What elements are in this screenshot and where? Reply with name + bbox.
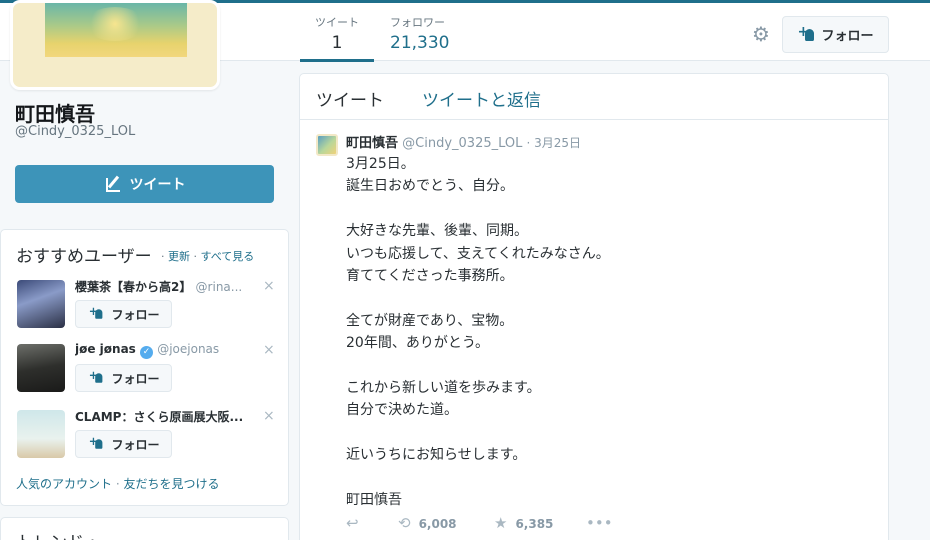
- more-dots-icon: •••: [586, 514, 613, 532]
- avatar[interactable]: [17, 344, 65, 392]
- tweet-line: [346, 198, 866, 220]
- suggested-user-display-name: 櫻葉茶【春から高2】: [75, 280, 192, 294]
- tweets-stat-label: ツイート: [315, 16, 359, 29]
- profile-handle[interactable]: @Cindy_0325_LOL: [15, 124, 135, 139]
- tweet-line: 自分で決めた道。: [346, 402, 458, 419]
- follow-user-button[interactable]: フォロー: [75, 300, 172, 328]
- tweet-line: [346, 355, 866, 377]
- suggested-user-handle: @joejonas: [157, 342, 220, 356]
- tweet-line: 町田慎吾: [346, 491, 402, 508]
- close-icon[interactable]: ×: [263, 408, 275, 424]
- follow-user-button[interactable]: フォロー: [75, 430, 172, 458]
- follow-person-icon: [89, 435, 103, 449]
- discovery-links: 人気のアカウント · 友だちを見つける: [16, 475, 220, 492]
- suggested-user-name[interactable]: 櫻葉茶【春から高2】 @rina...: [75, 278, 260, 295]
- view-all-link[interactable]: すべて見る: [201, 250, 255, 263]
- compose-quill-icon: [104, 175, 124, 193]
- dot-separator: ·: [161, 250, 165, 263]
- dot-separator: ·: [193, 250, 198, 263]
- reply-icon: ↩: [346, 514, 359, 532]
- verified-badge-icon: ✓: [140, 346, 154, 359]
- follow-user-label: フォロー: [111, 437, 160, 452]
- tweet-line: [346, 466, 866, 488]
- tweets-stat-value: 1: [331, 33, 343, 53]
- tweet-line: 3月25日。: [346, 156, 415, 172]
- profile-name[interactable]: 町田慎吾: [15, 98, 95, 127]
- follow-user-button[interactable]: フォロー: [75, 364, 172, 392]
- who-to-follow-module: おすすめユーザー · 更新 · すべて見る 櫻葉茶【春から高2】 @rina..…: [0, 229, 289, 506]
- follow-button-label: フォロー: [821, 29, 874, 44]
- suggested-user-handle: @rina...: [195, 280, 243, 294]
- like-button[interactable]: ★ 6,385: [494, 514, 553, 532]
- tweet-line: 育ててくださった事務所。: [346, 267, 514, 284]
- suggested-user: 櫻葉茶【春から高2】 @rina... × フォロー: [17, 278, 287, 332]
- suggested-user: jøe jønas ✓ @joejonas × フォロー: [17, 342, 287, 396]
- follow-user-label: フォロー: [111, 371, 160, 386]
- suggested-user: CLAMP：さくら原画展大阪... × フォロー: [17, 408, 287, 462]
- tweet-line: いつも応援して、支えてくれたみなさん。: [346, 245, 610, 262]
- suggested-user-display-name: CLAMP：さくら原画展大阪...: [75, 410, 244, 424]
- followers-stat[interactable]: フォロワー 21,330: [390, 14, 449, 53]
- trends-title: トレンド・: [16, 528, 101, 540]
- tweet-button[interactable]: ツイート: [15, 165, 274, 203]
- close-icon[interactable]: ×: [263, 278, 275, 294]
- tweet-line: これから新しい道を歩みます。: [346, 379, 541, 396]
- avatar[interactable]: [17, 280, 65, 328]
- avatar[interactable]: [17, 410, 65, 458]
- tweet-author-handle[interactable]: @Cindy_0325_LOL: [402, 136, 522, 151]
- tweet-avatar[interactable]: [316, 134, 338, 156]
- follow-person-icon: [797, 24, 815, 42]
- retweet-count: 6,008: [418, 517, 457, 531]
- trends-module: トレンド・: [0, 517, 289, 540]
- follow-user-label: フォロー: [111, 307, 160, 322]
- more-button[interactable]: •••: [586, 514, 621, 532]
- tweet-line: 近いうちにお知らせします。: [346, 447, 527, 464]
- tab-tweets[interactable]: ツイート: [316, 86, 384, 111]
- close-icon[interactable]: ×: [263, 342, 275, 358]
- tweet-header: 町田慎吾 @Cindy_0325_LOL · 3月25日: [346, 132, 581, 151]
- star-icon: ★: [494, 514, 508, 532]
- avatar-image: [45, 3, 187, 57]
- tweets-stat[interactable]: ツイート 1: [300, 14, 374, 62]
- followers-stat-label: フォロワー: [390, 16, 445, 29]
- suggested-user-name[interactable]: jøe jønas ✓ @joejonas: [75, 342, 260, 359]
- who-to-follow-title: おすすめユーザー: [16, 247, 152, 267]
- tab-tweets-and-replies[interactable]: ツイートと返信: [422, 86, 541, 111]
- tweet-text: 3月25日。 誕生日おめでとう、自分。 大好きな先輩、後輩、同期。 いつも応援し…: [346, 153, 866, 511]
- who-to-follow-links: · 更新 · すべて見る: [161, 248, 254, 264]
- refresh-link[interactable]: 更新: [168, 250, 190, 263]
- like-count: 6,385: [515, 517, 554, 531]
- tweet-button-label: ツイート: [129, 177, 186, 193]
- tweet-line: 20年間、ありがとう。: [346, 335, 489, 352]
- tweet-author-name[interactable]: 町田慎吾: [346, 136, 398, 151]
- retweet-icon: ⟲: [398, 514, 411, 532]
- tweet-line: [346, 287, 866, 309]
- retweet-button[interactable]: ⟲ 6,008: [398, 514, 457, 532]
- follow-person-icon: [89, 305, 103, 319]
- timeline: ツイート ツイートと返信 町田慎吾 @Cindy_0325_LOL · 3月25…: [299, 73, 889, 540]
- suggested-user-display-name: jøe jønas: [75, 342, 136, 356]
- gear-icon[interactable]: ⚙: [750, 23, 772, 45]
- tweet-line: 全てが財産であり、宝物。: [346, 312, 514, 329]
- followers-stat-value: 21,330: [390, 33, 450, 53]
- dot-separator: ·: [115, 477, 120, 491]
- tweet-line: 誕生日おめでとう、自分。: [346, 178, 514, 195]
- popular-accounts-link[interactable]: 人気のアカウント: [16, 477, 112, 491]
- reply-button[interactable]: ↩: [346, 514, 367, 532]
- tweet-line: [346, 422, 866, 444]
- suggested-user-name[interactable]: CLAMP：さくら原画展大阪...: [75, 408, 260, 425]
- tweet-line: 大好きな先輩、後輩、同期。: [346, 223, 528, 240]
- follow-button[interactable]: フォロー: [782, 16, 889, 53]
- find-friends-link[interactable]: 友だちを見つける: [124, 477, 220, 491]
- timeline-tabs: ツイート ツイートと返信: [300, 74, 888, 120]
- follow-person-icon: [89, 369, 103, 383]
- tweet-timestamp[interactable]: · 3月25日: [527, 136, 582, 150]
- profile-avatar[interactable]: [10, 0, 220, 90]
